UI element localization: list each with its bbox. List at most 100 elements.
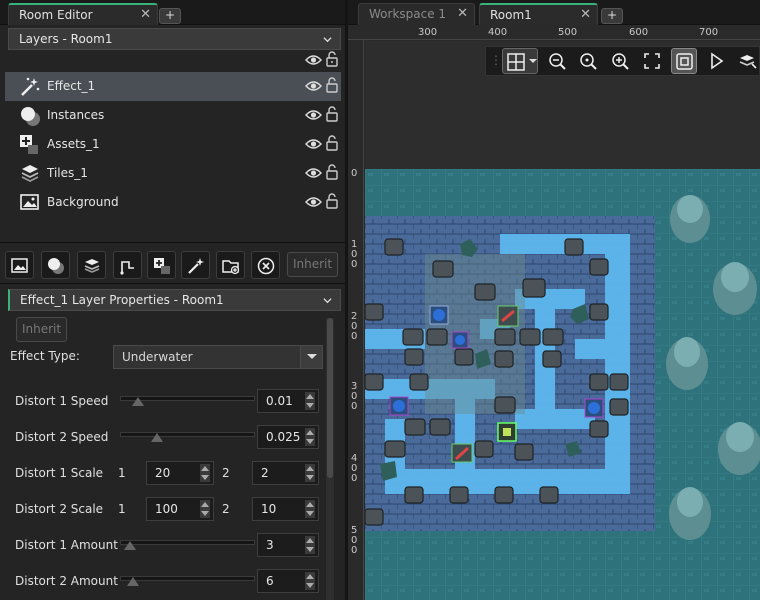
add-background-layer-button[interactable] xyxy=(5,251,34,279)
slider-thumb[interactable] xyxy=(123,541,136,550)
properties-scrollbar[interactable] xyxy=(326,318,334,600)
grid-icon xyxy=(507,53,525,71)
distort1-scale-x-value: 20 xyxy=(155,466,171,480)
add-tile-layer-button[interactable] xyxy=(77,251,106,279)
scale-index-1: 1 xyxy=(118,466,126,480)
slider-thumb[interactable] xyxy=(150,433,163,442)
distort1-scale-y-input[interactable]: 2 xyxy=(252,461,319,485)
layer-row-assets[interactable]: Assets_1 xyxy=(5,130,341,159)
instances-icon xyxy=(48,258,64,274)
distort2-speed-input[interactable]: 0.025 xyxy=(257,425,319,449)
add-tab-button[interactable]: + xyxy=(601,8,623,24)
lock-icon[interactable] xyxy=(326,51,338,67)
spinner[interactable] xyxy=(305,500,315,518)
distort1-amount-input[interactable]: 3 xyxy=(257,533,319,557)
eye-icon[interactable] xyxy=(305,137,322,151)
eye-icon[interactable] xyxy=(305,166,322,180)
zoom-in-button[interactable] xyxy=(607,48,633,74)
distort1-scale-x-input[interactable]: 20 xyxy=(146,461,214,485)
chevron-down-icon xyxy=(323,298,332,304)
layer-toolbar: Inherit xyxy=(0,242,345,284)
ruler-tick: 300 xyxy=(418,27,438,38)
lock-icon[interactable] xyxy=(326,106,338,122)
ruler-tick: 600 xyxy=(629,27,649,38)
add-asset-layer-button[interactable] xyxy=(147,251,176,279)
close-icon[interactable]: ✕ xyxy=(457,6,468,21)
distort2-amount-slider[interactable] xyxy=(120,576,255,581)
inherit-layer-button[interactable]: Inherit xyxy=(287,252,338,277)
spinner[interactable] xyxy=(200,464,210,482)
add-folder-button[interactable] xyxy=(216,251,245,279)
tab-room1[interactable]: Room1 ✕ xyxy=(479,3,598,25)
ruler-tick: 400 xyxy=(488,27,508,38)
layers-panel-header[interactable]: Layers - Room1 xyxy=(8,28,341,50)
add-path-layer-button[interactable] xyxy=(113,251,142,279)
layer-row-background[interactable]: Background xyxy=(5,188,341,217)
ruler-digit: 0 xyxy=(351,545,358,556)
eye-icon[interactable] xyxy=(305,53,322,67)
eye-icon[interactable] xyxy=(305,195,322,209)
room-view-image xyxy=(365,169,760,600)
add-instance-layer-button[interactable] xyxy=(41,251,70,279)
distort2-speed-slider[interactable] xyxy=(120,432,255,437)
fit-view-button[interactable] xyxy=(639,48,665,74)
slider-thumb[interactable] xyxy=(127,577,140,586)
spinner[interactable] xyxy=(305,392,315,410)
layer-row-instances[interactable]: Instances xyxy=(5,101,341,130)
ruler-tick: 0 xyxy=(351,168,358,179)
delete-layer-button[interactable] xyxy=(251,251,280,279)
eye-icon[interactable] xyxy=(305,108,322,122)
caret-down-icon xyxy=(307,354,317,359)
grid-toggle-button[interactable] xyxy=(502,48,538,74)
spinner[interactable] xyxy=(200,500,210,518)
distort1-scale-y-value: 2 xyxy=(261,466,269,480)
distort2-scale-x-input[interactable]: 100 xyxy=(146,497,214,521)
lock-icon[interactable] xyxy=(326,135,338,151)
room-canvas[interactable] xyxy=(365,169,760,600)
layer-options-button[interactable] xyxy=(735,48,760,74)
distort1-speed-input[interactable]: 0.01 xyxy=(257,389,319,413)
zoom-reset-button[interactable] xyxy=(575,48,601,74)
show-room-button[interactable] xyxy=(671,48,697,74)
layers-tool-icon xyxy=(739,55,757,69)
zoom-out-button[interactable] xyxy=(544,48,570,74)
spinner[interactable] xyxy=(305,464,315,482)
left-tab-bar: Room Editor ✕ + xyxy=(0,0,345,25)
lock-icon[interactable] xyxy=(326,164,338,180)
spinner[interactable] xyxy=(305,572,315,590)
lock-icon[interactable] xyxy=(326,193,338,209)
drag-handle-icon[interactable]: ⋮ xyxy=(490,53,502,67)
spinner[interactable] xyxy=(305,536,315,554)
distort1-amount-value: 3 xyxy=(266,538,274,552)
add-effect-layer-button[interactable] xyxy=(181,251,210,279)
distort2-amount-label: Distort 2 Amount xyxy=(15,574,118,588)
distort2-amount-input[interactable]: 6 xyxy=(257,569,319,593)
ruler-digit: 0 xyxy=(351,401,358,412)
lock-icon[interactable] xyxy=(326,77,338,93)
distort2-amount-value: 6 xyxy=(266,574,274,588)
close-icon[interactable]: ✕ xyxy=(140,7,151,22)
tab-workspace[interactable]: Workspace 1 ✕ xyxy=(358,3,475,25)
dropdown-button[interactable] xyxy=(300,346,322,368)
tiles-icon xyxy=(84,259,100,273)
tab-room-editor[interactable]: Room Editor ✕ xyxy=(8,3,158,25)
eye-icon[interactable] xyxy=(305,79,322,93)
close-icon[interactable]: ✕ xyxy=(580,7,591,22)
zoom-out-icon xyxy=(549,53,566,70)
play-button[interactable] xyxy=(703,48,729,74)
distort1-amount-slider[interactable] xyxy=(120,540,255,545)
layer-row-tiles[interactable]: Tiles_1 xyxy=(5,159,341,188)
effect-type-select[interactable]: Underwater xyxy=(113,345,323,369)
scrollbar-thumb[interactable] xyxy=(327,318,333,478)
spinner[interactable] xyxy=(305,428,315,446)
slider-thumb[interactable] xyxy=(132,397,145,406)
inherit-properties-button[interactable]: Inherit xyxy=(16,317,67,342)
layer-row-effect[interactable]: Effect_1 xyxy=(5,72,341,101)
distort2-scale-y-input[interactable]: 10 xyxy=(252,497,319,521)
layer-name: Instances xyxy=(47,108,105,122)
properties-panel-header[interactable]: Effect_1 Layer Properties - Room1 xyxy=(8,289,341,311)
add-tab-button[interactable]: + xyxy=(159,8,181,24)
ruler-tick: 500 xyxy=(351,526,357,556)
effect-type-label: Effect Type: xyxy=(10,349,80,363)
ruler-digit: 0 xyxy=(351,331,358,342)
